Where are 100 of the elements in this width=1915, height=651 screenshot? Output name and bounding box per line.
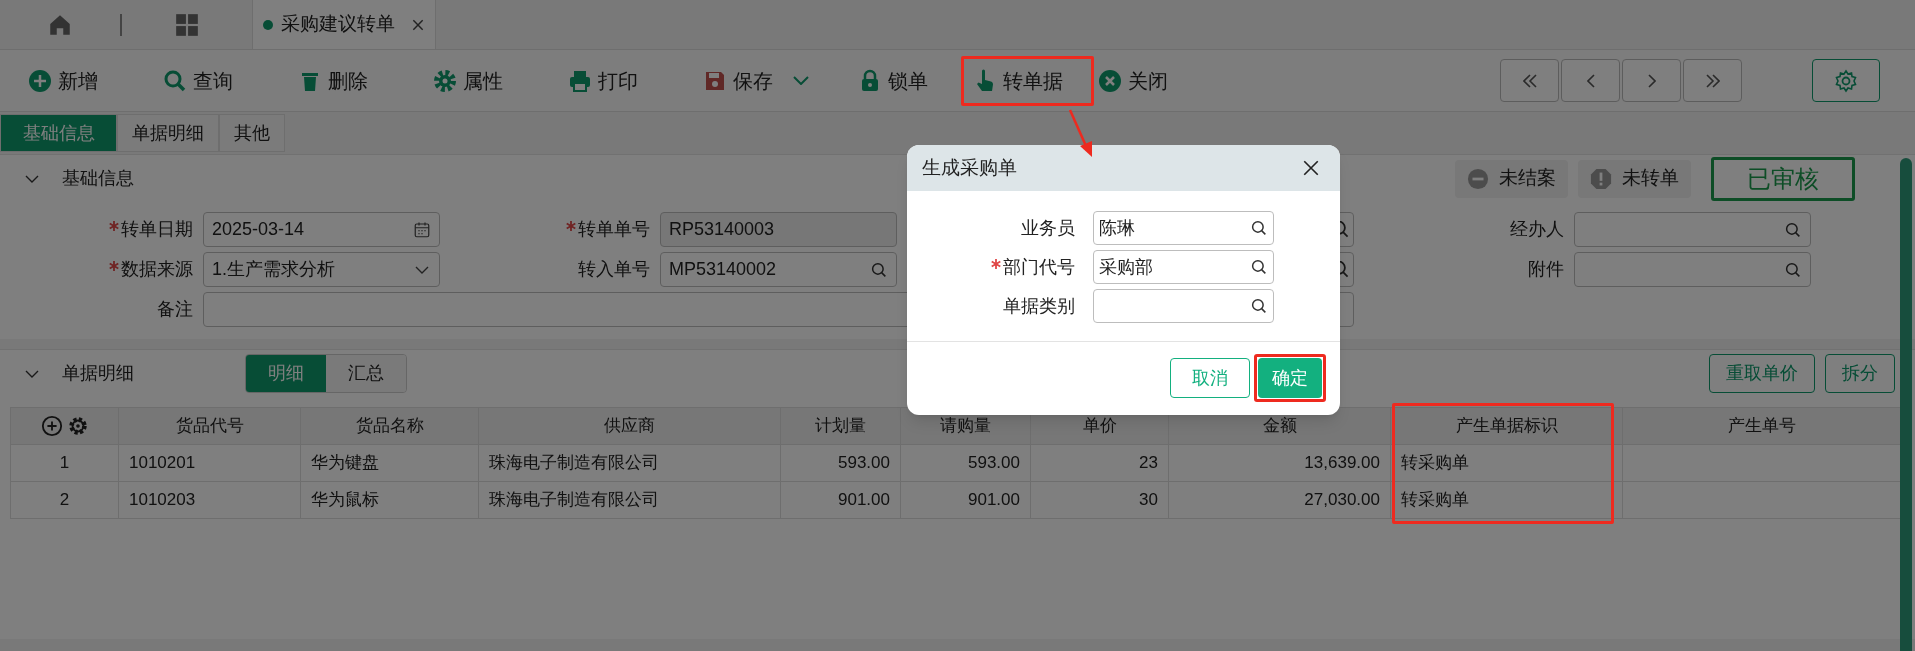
row-number: 2 — [10, 481, 119, 519]
field-label: 经办人 — [1509, 218, 1564, 241]
table-cell: 珠海电子制造有限公司 — [478, 481, 781, 519]
table-cell: 华为键盘 — [300, 444, 479, 482]
column-header[interactable]: 计划量 — [780, 407, 901, 445]
chevron-right-icon — [1647, 73, 1656, 88]
table-cell: 901.00 — [780, 481, 901, 519]
input-field[interactable]: 采购部 — [1093, 250, 1274, 284]
field-label: 数据来源 — [0, 256, 193, 283]
row-number: 1 — [10, 444, 119, 482]
toolbar-button[interactable]: 锁单 — [854, 60, 932, 101]
gear-icon — [433, 68, 457, 93]
column-header[interactable]: 货品代号 — [118, 407, 301, 445]
column-header[interactable]: 货品名称 — [300, 407, 479, 445]
search-icon — [163, 68, 187, 93]
section-title: 基础信息 — [62, 167, 135, 190]
input-field[interactable] — [1574, 212, 1811, 247]
tab-label: 采购建议转单 — [281, 12, 395, 37]
toolbar-button[interactable]: 关闭 — [1094, 60, 1172, 101]
table-cell: 转采购单 — [1390, 481, 1623, 519]
action-button[interactable]: 重取单价 — [1709, 354, 1815, 393]
table-cell: 1010201 — [118, 444, 301, 482]
chevron-left-icon — [1586, 73, 1595, 88]
action-button[interactable]: 拆分 — [1825, 354, 1895, 393]
toolbar-button[interactable]: 保存 — [699, 60, 813, 101]
search-icon — [1250, 258, 1268, 276]
input-field[interactable]: 1.生产需求分析 — [203, 252, 440, 287]
toolbar-button[interactable]: 删除 — [294, 60, 372, 101]
field-label: 转单单号 — [457, 216, 650, 243]
double-chevron-right-icon — [1705, 73, 1720, 88]
confirm-button[interactable]: 确定 — [1258, 358, 1322, 398]
input-field[interactable] — [1574, 252, 1811, 287]
table-cell: 华为鼠标 — [300, 481, 479, 519]
next-button[interactable] — [1622, 59, 1681, 102]
annotation-arrow — [1068, 108, 1094, 158]
toolbar-button[interactable]: 查询 — [159, 60, 237, 101]
input-field[interactable]: MP53140002 — [660, 252, 897, 287]
section-tab[interactable]: 其他 — [219, 114, 285, 152]
close-icon — [1302, 159, 1320, 177]
document-tab[interactable]: 采购建议转单 — [252, 0, 436, 49]
toolbar-button[interactable]: 新增 — [24, 60, 102, 101]
scrollbar[interactable] — [1900, 158, 1912, 651]
table-cell: 转采购单 — [1390, 444, 1623, 482]
table-cell: 901.00 — [900, 481, 1031, 519]
table-cell: 13,639.00 — [1168, 444, 1391, 482]
search-icon — [1339, 221, 1349, 238]
close-icon — [1098, 68, 1122, 93]
search-icon — [1784, 220, 1802, 239]
column-header[interactable]: 产生单号 — [1622, 407, 1901, 445]
table-cell: 23 — [1030, 444, 1169, 482]
column-header[interactable]: 供应商 — [478, 407, 781, 445]
section-title: 单据明细 — [62, 362, 135, 385]
dialog-title: 生成采购单 — [922, 155, 1018, 180]
grid-icon — [174, 11, 200, 38]
search-icon — [1784, 260, 1802, 279]
table-cell: 593.00 — [900, 444, 1031, 482]
add-icon — [28, 68, 52, 93]
plus-circle-icon — [40, 415, 63, 437]
settings-icon — [1834, 68, 1858, 93]
toolbar-button[interactable]: 转单据 — [969, 60, 1067, 101]
view-tab[interactable]: 明细 — [246, 355, 326, 392]
field-label: 单据类别 — [1002, 294, 1075, 318]
search-icon — [870, 260, 888, 279]
field-label: 业务员 — [1020, 216, 1075, 240]
badge-label: 未结案 — [1499, 166, 1556, 191]
field-label: 备注 — [156, 298, 193, 321]
exclamation-icon — [1590, 167, 1612, 190]
settings-button[interactable] — [1812, 59, 1880, 102]
field-label: 转单日期 — [0, 216, 193, 243]
add-row-button[interactable] — [40, 415, 63, 437]
field-label: 转入单号 — [577, 258, 650, 281]
gear-icon — [66, 415, 89, 437]
toolbar-button[interactable]: 打印 — [564, 60, 642, 101]
calendar-icon — [413, 220, 431, 239]
field-label: 部门代号 — [907, 253, 1075, 281]
minus-circle-icon — [1467, 167, 1489, 190]
close-icon — [411, 17, 425, 32]
input-field[interactable]: 陈琳 — [1093, 211, 1274, 245]
previous-button[interactable] — [1561, 59, 1620, 102]
cancel-button[interactable]: 取消 — [1170, 358, 1250, 398]
search-icon — [1250, 297, 1268, 315]
field-label: 附件 — [1527, 258, 1564, 281]
first-page-button[interactable] — [1500, 59, 1559, 102]
column-header[interactable]: 产生单据标识 — [1390, 407, 1623, 445]
last-page-button[interactable] — [1683, 59, 1742, 102]
table-cell: 27,030.00 — [1168, 481, 1391, 519]
toolbar-button[interactable]: 属性 — [429, 60, 507, 101]
close-button[interactable] — [1302, 159, 1320, 177]
input-field[interactable]: RP53140003 — [660, 212, 897, 247]
table-cell: 1010203 — [118, 481, 301, 519]
table-cell: 30 — [1030, 481, 1169, 519]
section-tab[interactable]: 基础信息 — [0, 114, 117, 152]
search-icon — [1339, 261, 1349, 278]
section-tab[interactable]: 单据明细 — [117, 114, 219, 152]
view-tab[interactable]: 汇总 — [326, 355, 406, 392]
search-icon — [1250, 219, 1268, 237]
input-field[interactable] — [1093, 289, 1274, 323]
double-chevron-left-icon — [1522, 73, 1537, 88]
column-settings-button[interactable] — [66, 415, 89, 437]
input-field[interactable]: 2025-03-14 — [203, 212, 440, 247]
